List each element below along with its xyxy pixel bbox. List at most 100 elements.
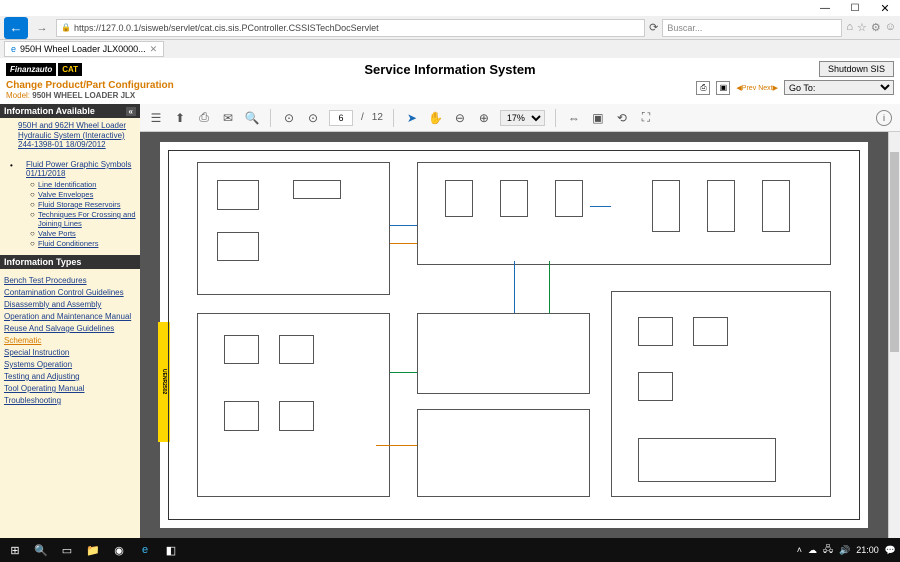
pdf-viewport[interactable]: UENR2502 [140, 132, 888, 538]
goto-select[interactable]: Go To: [784, 80, 894, 95]
finanzauto-logo: Finanzauto [6, 63, 56, 76]
zoom-select[interactable]: 17% [500, 110, 545, 126]
browser-tab[interactable]: e 950H Wheel Loader JLX0000... ✕ [4, 41, 164, 57]
fit-width-icon[interactable]: ⇔ [566, 110, 582, 126]
pdf-page: UENR2502 [160, 142, 868, 528]
type-link[interactable]: Operation and Maintenance Manual [4, 312, 136, 321]
type-link[interactable]: Disassembly and Assembly [4, 300, 136, 309]
model-label: Model: [6, 91, 30, 100]
page-input[interactable] [329, 110, 353, 126]
book-config-icon[interactable]: ▣ [716, 81, 730, 95]
app-icon[interactable]: ◧ [160, 539, 182, 561]
sidebar-sub-link[interactable]: Valve Ports [38, 229, 136, 238]
type-link-active[interactable]: Schematic [4, 336, 136, 345]
ie-icon[interactable]: e [134, 539, 156, 561]
tab-close-icon[interactable]: ✕ [150, 44, 158, 55]
type-link[interactable]: Systems Operation [4, 360, 136, 369]
close-window-button[interactable]: ✕ [870, 0, 900, 16]
cloud-icon[interactable]: ⬆ [172, 110, 188, 126]
tray-up-icon[interactable]: ˄ [797, 545, 802, 555]
type-link[interactable]: Contamination Control Guidelines [4, 288, 136, 297]
info-icon[interactable]: i [876, 110, 892, 126]
lock-icon: 🔒 [61, 23, 71, 32]
tab-bar: e 950H Wheel Loader JLX0000... ✕ [0, 40, 900, 58]
cat-logo: CAT [58, 63, 82, 76]
window-controls: — ☐ ✕ [810, 0, 900, 16]
smiley-icon[interactable]: ☺ [885, 21, 896, 34]
rotate-icon[interactable]: ⟲ [614, 110, 630, 126]
start-button[interactable]: ⊞ [4, 539, 26, 561]
type-link[interactable]: Tool Operating Manual [4, 384, 136, 393]
sidebar-sub-link[interactable]: Fluid Storage Reservoirs [38, 200, 136, 209]
type-link[interactable]: Testing and Adjusting [4, 372, 136, 381]
print-icon[interactable]: ⎙ [196, 110, 212, 126]
search-taskbar-icon[interactable]: 🔍 [30, 539, 52, 561]
sidebar-toggle-icon[interactable]: ☰ [148, 110, 164, 126]
pdf-toolbar: ☰ ⬆ ⎙ ✉ 🔍 ⊙ ⊙ / 12 ➤ ✋ ⊖ ⊕ 17% ⇔ ▣ ⟲ ⛶ i [140, 104, 900, 132]
chrome-icon[interactable]: ◉ [108, 539, 130, 561]
sidebar-bullet-link[interactable]: Fluid Power Graphic Symbols 01/11/2018 [26, 160, 136, 179]
sidebar-sub-link[interactable]: Valve Envelopes [38, 190, 136, 199]
search-icon[interactable]: 🔍 [244, 110, 260, 126]
type-link[interactable]: Special Instruction [4, 348, 136, 357]
print-config-icon[interactable]: ⎙ [696, 81, 710, 95]
sidebar-sub-link[interactable]: Fluid Conditioners [38, 239, 136, 248]
notifications-icon[interactable]: 💬 [885, 545, 896, 556]
sidebar-header: Information Available « [0, 104, 140, 118]
tray-cloud-icon[interactable]: ☁ [808, 545, 817, 556]
sidebar-sub-link[interactable]: Line Identification [38, 180, 136, 189]
scroll-thumb[interactable] [890, 152, 899, 352]
type-link[interactable]: Bench Test Procedures [4, 276, 136, 285]
maximize-button[interactable]: ☐ [840, 0, 870, 16]
settings-icon[interactable]: ⚙ [871, 21, 881, 34]
sidebar: Information Available « 950H and 962H Wh… [0, 104, 140, 538]
type-link[interactable]: Reuse And Salvage Guidelines [4, 324, 136, 333]
sidebar-collapse-button[interactable]: « [126, 107, 136, 116]
info-types-header: Information Types [0, 255, 140, 269]
url-text: https://127.0.0.1/sisweb/servlet/cat.cis… [74, 23, 379, 33]
refresh-button[interactable]: ⟳ [649, 21, 658, 34]
back-button[interactable]: ← [4, 17, 28, 39]
taskbar: ⊞ 🔍 ▭ 📁 ◉ e ◧ ˄ ☁ 🖧 🔊 21:00 💬 [0, 538, 900, 562]
fit-page-icon[interactable]: ▣ [590, 110, 606, 126]
browser-toolbar: ← → 🔒 https://127.0.0.1/sisweb/servlet/c… [0, 16, 900, 40]
config-bar: Change Product/Part Configuration Model:… [0, 80, 900, 104]
model-value: 950H WHEEL LOADER JLX [32, 91, 135, 100]
forward-button[interactable]: → [32, 22, 52, 34]
sis-title: Service Information System [364, 62, 535, 77]
zoom-in-icon[interactable]: ⊕ [476, 110, 492, 126]
home-icon[interactable]: ⌂ [846, 21, 853, 34]
email-icon[interactable]: ✉ [220, 110, 236, 126]
type-link[interactable]: Troubleshooting [4, 396, 136, 405]
pointer-icon[interactable]: ➤ [404, 110, 420, 126]
page-down-icon[interactable]: ⊙ [305, 110, 321, 126]
tray-volume-icon[interactable]: 🔊 [839, 545, 850, 556]
page-up-icon[interactable]: ⊙ [281, 110, 297, 126]
page-sep: / [361, 112, 364, 123]
schematic-drawing [168, 150, 860, 520]
taskbar-clock[interactable]: 21:00 [856, 545, 879, 555]
explorer-icon[interactable]: 📁 [82, 539, 104, 561]
change-product-link[interactable]: Change Product/Part Configuration [6, 80, 174, 91]
prev-link[interactable]: ◀Prev [736, 84, 756, 92]
shutdown-button[interactable]: Shutdown SIS [819, 61, 894, 77]
next-link[interactable]: Next▶ [758, 84, 778, 92]
url-input[interactable]: 🔒 https://127.0.0.1/sisweb/servlet/cat.c… [56, 19, 645, 37]
zoom-out-icon[interactable]: ⊖ [452, 110, 468, 126]
logo-container: Finanzauto CAT [6, 63, 82, 76]
minimize-button[interactable]: — [810, 0, 840, 16]
fullscreen-icon[interactable]: ⛶ [638, 110, 654, 126]
tab-title: 950H Wheel Loader JLX0000... [20, 44, 146, 54]
hand-icon[interactable]: ✋ [428, 110, 444, 126]
sis-header: Finanzauto CAT Service Information Syste… [0, 58, 900, 80]
taskview-icon[interactable]: ▭ [56, 539, 78, 561]
sidebar-sub-link[interactable]: Techniques For Crossing and Joining Line… [38, 210, 136, 228]
page-total: 12 [372, 112, 383, 123]
favorites-icon[interactable]: ☆ [857, 21, 867, 34]
browser-icons: ⌂ ☆ ⚙ ☺ [846, 21, 896, 34]
scrollbar-vertical[interactable] [888, 132, 900, 538]
browser-search-input[interactable]: Buscar... [662, 19, 842, 37]
tab-favicon: e [11, 44, 16, 54]
tray-network-icon[interactable]: 🖧 [823, 542, 833, 558]
sidebar-top-link[interactable]: 950H and 962H Wheel Loader Hydraulic Sys… [18, 121, 136, 150]
